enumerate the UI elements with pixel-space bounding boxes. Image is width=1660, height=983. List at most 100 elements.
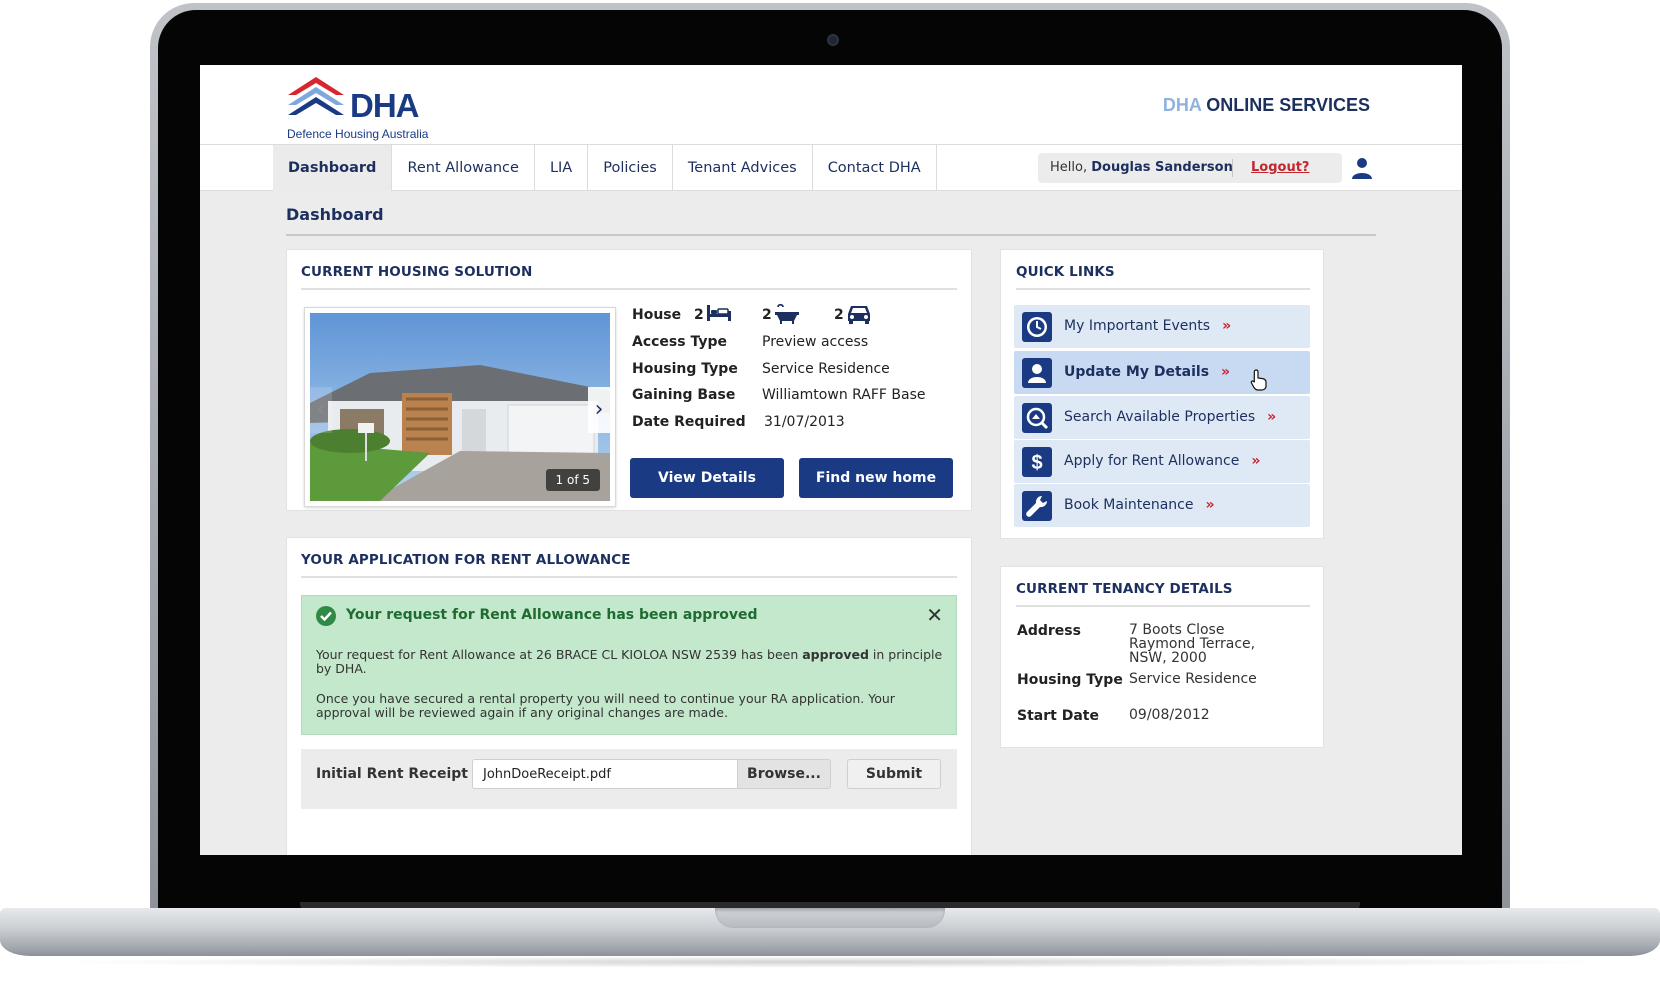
housing-panel-title: CURRENT HOUSING SOLUTION: [301, 264, 533, 280]
bathrooms-count: 2: [762, 307, 772, 323]
chevron-right-icon: »: [1205, 497, 1215, 513]
tab-contact-dha[interactable]: Contact DHA: [813, 145, 937, 191]
site-title: DHA ONLINE SERVICES: [1163, 95, 1370, 116]
bathrooms-feature: 2: [762, 303, 799, 324]
tab-dashboard[interactable]: Dashboard: [273, 145, 393, 191]
file-path-field[interactable]: JohnDoeReceipt.pdf: [472, 759, 738, 789]
bed-icon: [707, 305, 731, 321]
hand-cursor-icon: [1250, 369, 1267, 391]
logo-wordmark: DHA: [350, 87, 419, 124]
housing-panel: CURRENT HOUSING SOLUTION ‹ › 1 of 5 Hous…: [286, 249, 972, 511]
quick-link-label: Book Maintenance»: [1064, 497, 1215, 513]
site-title-rest: ONLINE SERVICES: [1206, 95, 1370, 115]
rent-receipt-upload: Initial Rent Receipt JohnDoeReceipt.pdf …: [301, 749, 957, 809]
main-nav: Dashboard Rent Allowance LIA Policies Te…: [200, 145, 1462, 191]
tenancy-value: Service Residence: [1129, 671, 1257, 687]
tab-policies[interactable]: Policies: [588, 145, 673, 191]
tenancy-title: CURRENT TENANCY DETAILS: [1016, 581, 1233, 597]
wrench-icon: [1022, 491, 1052, 521]
browse-button[interactable]: Browse...: [737, 759, 831, 789]
rent-allowance-title: YOUR APPLICATION FOR RENT ALLOWANCE: [301, 552, 631, 568]
property-type: House: [632, 307, 682, 323]
upload-label: Initial Rent Receipt: [316, 766, 468, 782]
detail-label: Housing Type: [632, 361, 738, 377]
site-title-accent: DHA: [1162, 95, 1202, 115]
property-photo: ‹ › 1 of 5: [310, 313, 610, 501]
logo-subtitle: Defence Housing Australia: [287, 127, 429, 141]
bedrooms-feature: 2: [694, 305, 731, 323]
detail-value: Preview access: [762, 334, 869, 350]
find-new-home-button[interactable]: Find new home: [799, 458, 953, 498]
alert-paragraph-2: Once you have secured a rental property …: [316, 691, 895, 720]
tenancy-label: Address: [1017, 623, 1081, 639]
webcam: [827, 34, 839, 46]
photo-counter: 1 of 5: [545, 469, 600, 491]
tab-tenant-advices[interactable]: Tenant Advices: [673, 145, 813, 191]
roof-chevrons-icon: [288, 77, 344, 115]
clock-icon: [1022, 312, 1052, 342]
close-icon[interactable]: ✕: [926, 604, 943, 626]
chevron-right-icon: »: [1267, 409, 1277, 425]
nav-tabs: Dashboard Rent Allowance LIA Policies Te…: [273, 145, 937, 191]
greeting-divider: [1232, 159, 1233, 177]
tenancy-panel: CURRENT TENANCY DETAILS Address 7 Boots …: [1000, 566, 1324, 748]
dha-logo[interactable]: DHA Defence Housing Australia: [286, 75, 428, 141]
alert-title: Your request for Rent Allowance has been…: [346, 607, 758, 623]
car-spaces-feature: 2: [834, 306, 870, 324]
title-divider: [286, 234, 1376, 236]
dollar-icon: $: [1022, 447, 1052, 477]
user-greeting: Hello, Douglas Sanderson Logout?: [1038, 153, 1342, 183]
alert-paragraph-1: Your request for Rent Allowance at 26 BR…: [316, 647, 943, 676]
carousel-prev-button[interactable]: ‹: [310, 387, 332, 433]
quick-links-title: QUICK LINKS: [1016, 264, 1115, 280]
detail-value: 31/07/2013: [764, 414, 845, 430]
quick-link-apply-rent-allowance[interactable]: $ Apply for Rent Allowance»: [1014, 440, 1310, 483]
app-screen: DHA Defence Housing Australia DHA ONLINE…: [200, 65, 1462, 855]
quick-link-book-maintenance[interactable]: Book Maintenance»: [1014, 484, 1310, 527]
user-name: Douglas Sanderson: [1091, 160, 1233, 175]
tab-lia[interactable]: LIA: [535, 145, 589, 191]
rent-allowance-panel: YOUR APPLICATION FOR RENT ALLOWANCE Your…: [286, 537, 972, 855]
rent-allowance-divider: [301, 576, 957, 578]
view-details-button[interactable]: View Details: [630, 458, 784, 498]
detail-label: Access Type: [632, 334, 727, 350]
quick-link-update-details[interactable]: Update My Details»: [1014, 351, 1310, 394]
quick-link-search-properties[interactable]: Search Available Properties»: [1014, 396, 1310, 439]
search-icon: [1022, 403, 1052, 433]
housing-panel-divider: [301, 288, 957, 290]
submit-button[interactable]: Submit: [847, 759, 941, 789]
tab-rent-allowance[interactable]: Rent Allowance: [392, 145, 535, 191]
tenancy-divider: [1016, 605, 1310, 607]
svg-text:$: $: [1031, 452, 1042, 474]
quick-link-label: My Important Events»: [1064, 318, 1232, 334]
quick-links-divider: [1016, 288, 1310, 290]
tenancy-value: 09/08/2012: [1129, 707, 1210, 723]
bathtub-icon: [775, 303, 799, 324]
detail-label: Gaining Base: [632, 387, 736, 403]
quick-link-label: Apply for Rent Allowance»: [1064, 453, 1261, 469]
detail-value: Williamtown RAFF Base: [762, 387, 926, 403]
chevron-right-icon: »: [1222, 318, 1232, 334]
user-icon[interactable]: [1350, 156, 1374, 180]
check-circle-icon: [316, 606, 336, 626]
detail-value: Service Residence: [762, 361, 890, 377]
quick-links-panel: QUICK LINKS My Important Events» Update …: [1000, 249, 1324, 539]
detail-label: Date Required: [632, 414, 746, 430]
laptop-open-notch: [715, 908, 945, 928]
chevron-right-icon: »: [1251, 453, 1261, 469]
page-title: Dashboard: [286, 205, 384, 224]
bedrooms-count: 2: [694, 307, 704, 323]
tenancy-label: Start Date: [1017, 708, 1099, 724]
carousel-next-button[interactable]: ›: [588, 387, 610, 433]
logout-link[interactable]: Logout?: [1251, 160, 1309, 175]
car-spaces-count: 2: [834, 307, 844, 323]
person-icon: [1022, 358, 1052, 388]
tenancy-label: Housing Type: [1017, 672, 1123, 688]
laptop-shadow: [40, 956, 1620, 968]
tenancy-value: 7 Boots Close Raymond Terrace, NSW, 2000: [1129, 622, 1256, 666]
quick-link-label: Update My Details»: [1064, 364, 1231, 380]
car-icon: [848, 306, 870, 324]
quick-link-important-events[interactable]: My Important Events»: [1014, 305, 1310, 348]
greeting-text: Hello, Douglas Sanderson: [1050, 160, 1233, 175]
quick-link-label: Search Available Properties»: [1064, 409, 1277, 425]
